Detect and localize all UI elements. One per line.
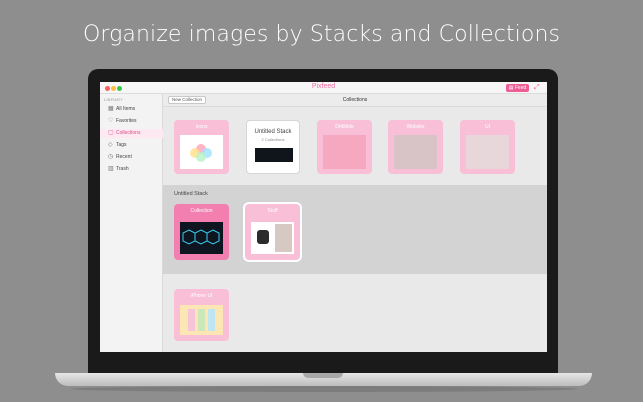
- feed-icon: ▤: [508, 85, 514, 91]
- sidebar-item-tags[interactable]: ◇ Tags: [100, 141, 163, 150]
- collection-card-stuff[interactable]: Stuff: [245, 204, 300, 260]
- sidebar-item-all-items[interactable]: ▦ All Items: [100, 105, 163, 114]
- sidebar-header: LIBRARY: [104, 97, 124, 102]
- toolbar: New Collection Collections: [163, 94, 547, 107]
- collection-label: Stuff: [267, 208, 278, 214]
- collection-label: Dribbble: [335, 124, 354, 130]
- app-window: Pixfeed ▤ Feed ⤢ LIBRARY ▦ All Items ♡ F…: [100, 82, 547, 352]
- sidebar-item-favorites[interactable]: ♡ Favorites: [100, 117, 163, 126]
- flower-icon: [190, 144, 212, 162]
- toolbar-title: Collections: [342, 97, 368, 103]
- phone-icon: [208, 309, 215, 331]
- collection-card-website[interactable]: Website: [388, 120, 443, 174]
- badge-icons: [182, 229, 220, 245]
- laptop-notch: [303, 373, 343, 378]
- collection-thumbnail: [180, 135, 223, 169]
- stack-card-untitled[interactable]: Untitled Stack 2 Collections: [246, 120, 300, 174]
- sidebar-item-label: Favorites: [116, 118, 137, 124]
- sidebar-item-label: Tags: [116, 142, 127, 148]
- stack-panel: Untitled Stack Collection Stuff: [163, 185, 547, 274]
- collection-thumbnail: [466, 135, 509, 169]
- grid-icon: ▦: [108, 106, 114, 112]
- collection-label: iPhone UI: [190, 293, 213, 299]
- tshirt-icon: [257, 230, 269, 244]
- phone-icon: [198, 309, 205, 331]
- tag-icon: ◇: [108, 142, 113, 148]
- feed-button-label: Feed: [514, 85, 527, 91]
- sidebar-item-label: All Items: [116, 106, 136, 112]
- stack-panel-label: Untitled Stack: [174, 191, 208, 197]
- collection-label: Collection: [190, 208, 213, 214]
- stack-title: Untitled Stack: [254, 129, 292, 135]
- sidebar-item-label: Recent: [116, 154, 132, 160]
- collection-icon: ▢: [108, 130, 114, 136]
- sidebar-item-trash[interactable]: ▥ Trash: [100, 165, 163, 174]
- collection-label: Website: [406, 124, 425, 130]
- collection-card-collection[interactable]: Collection: [174, 204, 229, 260]
- collection-thumbnail: [394, 135, 437, 169]
- titlebar: Pixfeed ▤ Feed ⤢: [100, 82, 547, 94]
- clock-icon: ◷: [108, 154, 114, 160]
- feed-button[interactable]: ▤ Feed: [506, 84, 529, 92]
- collection-label: UI: [485, 124, 490, 130]
- stack-subtitle: 2 Collections: [261, 137, 285, 142]
- collection-card-dribbble[interactable]: Dribbble: [317, 120, 372, 174]
- sidebar-item-label: Collections: [116, 130, 141, 136]
- collection-thumbnail: [251, 222, 294, 254]
- collection-label: Icons: [195, 124, 208, 130]
- trash-icon: ▥: [108, 166, 114, 172]
- collection-card-ui[interactable]: UI: [460, 120, 515, 174]
- collection-thumbnail: [180, 222, 223, 254]
- collection-thumbnail: [323, 135, 366, 169]
- stack-thumbnail: [255, 148, 293, 162]
- phone-icon: [188, 309, 195, 331]
- photo-thumbnail: [275, 224, 292, 252]
- sidebar-item-label: Trash: [116, 166, 129, 172]
- heart-icon: ♡: [108, 118, 114, 124]
- app-title: Pixfeed: [311, 83, 336, 90]
- collection-card-iphone-ui[interactable]: iPhone UI: [174, 289, 229, 341]
- fullscreen-icon[interactable]: ⤢: [534, 84, 542, 92]
- sidebar: LIBRARY ▦ All Items ♡ Favorites ▢ Collec…: [100, 94, 163, 352]
- laptop-shadow: [70, 386, 577, 392]
- sidebar-item-recent[interactable]: ◷ Recent: [100, 153, 163, 162]
- collection-thumbnail: [180, 305, 223, 335]
- sidebar-item-collections[interactable]: ▢ Collections: [100, 129, 163, 138]
- collection-card-icons[interactable]: Icons: [174, 120, 229, 174]
- headline: Organize images by Stacks and Collection…: [82, 22, 561, 47]
